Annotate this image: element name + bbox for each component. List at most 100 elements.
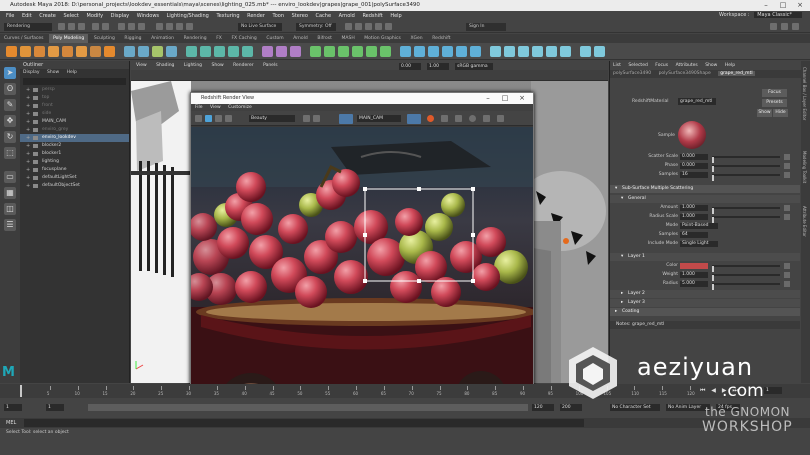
menu-lighting-shading[interactable]: Lighting/Shading [167,11,209,21]
crease-icon[interactable] [594,46,605,57]
poly-cylinder-icon[interactable] [34,46,45,57]
undo-icon[interactable] [92,23,99,30]
map-button-icon[interactable] [784,205,790,211]
attribute-slider[interactable] [712,265,780,272]
retopologize-icon[interactable] [560,46,571,57]
outliner-search-input[interactable] [23,78,126,85]
map-button-icon[interactable] [784,272,790,278]
layer2-section-header[interactable]: ▸ Layer 2 [610,290,800,298]
rv-crop-icon[interactable] [407,114,421,124]
mirror-icon[interactable] [400,46,411,57]
hypershade-icon[interactable] [375,23,382,30]
tab-mash[interactable]: MASH [338,34,359,43]
menu-help[interactable]: Help [390,11,401,21]
poly-torus-icon[interactable] [62,46,73,57]
menuset-dropdown[interactable]: Rendering [4,23,52,31]
side-by-side-layout-icon[interactable]: ◫ [4,203,16,215]
lasso-tool-icon[interactable]: ʘ [4,83,16,95]
expand-icon[interactable]: + [26,174,30,182]
close-button[interactable]: × [792,1,808,10]
presets-button[interactable]: Presets [762,99,787,107]
extrude-icon[interactable] [186,46,197,57]
render-current-icon[interactable] [345,23,352,30]
rv-menu-view[interactable]: View [210,105,221,110]
viewport-menu-renderer[interactable]: Renderer [233,63,254,68]
rv-lock-icon[interactable] [455,115,462,122]
harden-edge-icon[interactable] [428,46,439,57]
attribute-field[interactable]: 1.000 [680,214,708,220]
ae-menu-selected[interactable]: Selected [628,63,648,68]
aov-dropdown[interactable]: Beauty [249,115,295,122]
rv-color-picker-icon[interactable] [469,115,476,122]
menu-render[interactable]: Render [247,11,265,21]
attribute-field[interactable]: 5.000 [680,281,708,287]
tab-rendering[interactable]: Rendering [180,34,211,43]
select-object-icon[interactable] [128,23,135,30]
attribute-slider[interactable] [712,274,780,281]
new-scene-icon[interactable] [58,23,65,30]
scale-tool-icon[interactable]: ⬚ [4,147,16,159]
attribute-field[interactable]: Single Light [680,241,718,247]
playback-end-field[interactable]: 120 [532,404,554,411]
tab-motion-graphics[interactable]: Motion Graphics [360,34,405,43]
reduce-icon[interactable] [546,46,557,57]
menu-windows[interactable]: Windows [137,11,159,21]
map-button-icon[interactable] [784,172,790,178]
single-pane-layout-icon[interactable]: ▭ [4,171,16,183]
soften-edge-icon[interactable] [414,46,425,57]
command-input[interactable] [24,419,584,427]
current-time-marker[interactable] [20,385,22,397]
tab-custom[interactable]: Custom [262,34,287,43]
attribute-field[interactable]: 16 [680,172,708,178]
menu-stereo[interactable]: Stereo [292,11,308,21]
expand-icon[interactable]: + [26,102,30,110]
modeling-toolkit-toggle-icon[interactable] [770,23,777,30]
triangulate-icon[interactable] [518,46,529,57]
paint-select-tool-icon[interactable]: ✎ [4,99,16,111]
attribute-slider[interactable] [712,165,780,172]
cylindrical-map-icon[interactable] [352,46,363,57]
menu-select[interactable]: Select [63,11,78,21]
tab-xgen[interactable]: XGen [406,34,426,43]
outliner-menu-display[interactable]: Display [23,70,40,75]
layer3-section-header[interactable]: ▸ Layer 3 [610,299,800,307]
rv-refresh-icon[interactable] [225,115,232,122]
outliner-item[interactable]: + focusplane [20,166,129,174]
rv-menu-customize[interactable]: Customize [228,105,252,110]
ae-menu-attributes[interactable]: Attributes [676,63,698,68]
append-polygon-icon[interactable] [228,46,239,57]
poly-sphere-icon[interactable] [6,46,17,57]
ae-menu-help[interactable]: Help [725,63,735,68]
render-settings-icon[interactable] [365,23,372,30]
expand-icon[interactable]: + [26,118,30,126]
color-swatch[interactable] [680,263,708,269]
rv-maximize-button[interactable]: □ [498,93,512,104]
viewport-menu-lighting[interactable]: Lighting [184,63,202,68]
tab-rigging[interactable]: Rigging [120,34,145,43]
rv-pause-icon[interactable] [195,115,202,122]
expand-icon[interactable]: + [26,126,30,134]
rv-camera-dropdown[interactable]: MAIN_CAM [357,115,401,122]
auto-map-icon[interactable] [338,46,349,57]
rv-render-icon[interactable] [205,115,212,122]
combine-icon[interactable] [124,46,135,57]
expand-icon[interactable]: + [26,134,30,142]
fill-hole-icon[interactable] [242,46,253,57]
spherical-map-icon[interactable] [366,46,377,57]
rv-levels-icon[interactable] [313,115,320,122]
attribute-slider[interactable] [712,207,780,214]
tab-fx-caching[interactable]: FX Caching [227,34,260,43]
expand-icon[interactable]: + [26,142,30,150]
poly-count-icon[interactable] [490,46,501,57]
color-space-dropdown[interactable]: sRGB gamma [455,63,493,70]
attribute-field[interactable]: 64 [680,232,708,238]
redo-icon[interactable] [102,23,109,30]
attribute-field[interactable]: 0.000 [680,163,708,169]
target-weld-icon[interactable] [276,46,287,57]
planar-map-icon[interactable] [324,46,335,57]
outliner-item[interactable]: + defaultLightSet [20,174,129,182]
rv-minimize-button[interactable]: – [481,93,495,104]
range-slider-bar[interactable] [88,404,528,411]
delete-history-icon[interactable] [470,46,481,57]
attribute-editor-side-tab[interactable]: Attribute Editor [802,206,807,237]
